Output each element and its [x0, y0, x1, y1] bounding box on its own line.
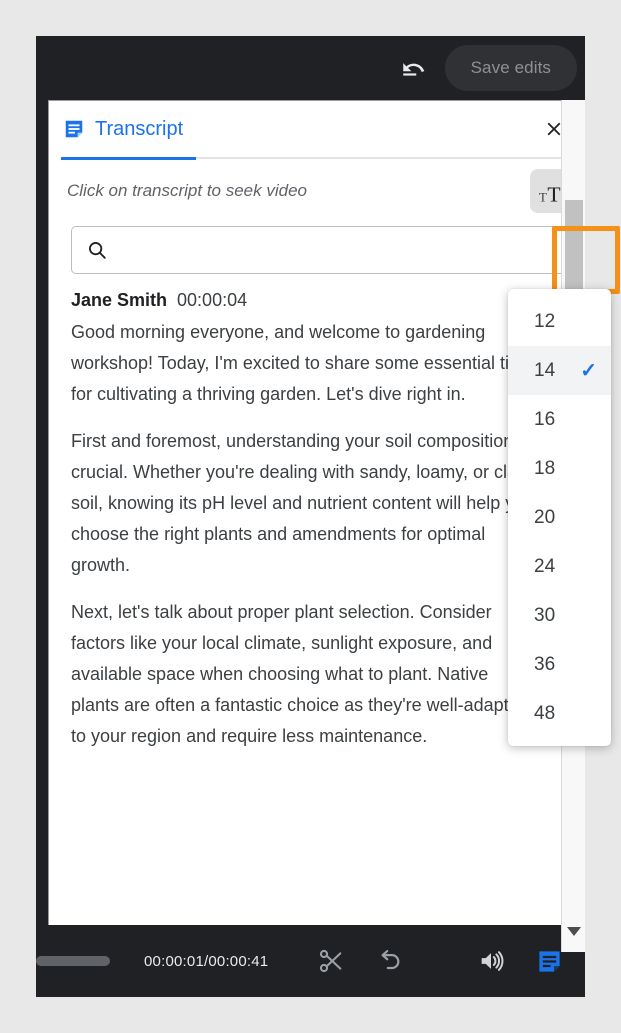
- scroll-down-button[interactable]: [562, 912, 586, 952]
- search-input[interactable]: [118, 240, 567, 260]
- undo-icon: [402, 63, 424, 76]
- save-edits-button[interactable]: Save edits: [444, 45, 577, 91]
- seek-hint-row: Click on transcript to seek video T T: [49, 160, 584, 222]
- undo-button[interactable]: [391, 46, 435, 90]
- font-size-option-label: 24: [534, 555, 556, 577]
- font-size-option-12[interactable]: 12: [508, 297, 611, 346]
- transcript-paragraph[interactable]: First and foremost, understanding your s…: [71, 426, 541, 581]
- font-size-option-48[interactable]: 48: [508, 689, 611, 738]
- save-edits-label: Save edits: [470, 58, 551, 77]
- video-editor-window: Save edits Transcript Click on transcrip…: [36, 36, 620, 997]
- search-icon: [89, 242, 106, 259]
- font-size-menu[interactable]: 12 14 ✓ 16 18 20 24 30 36 48: [508, 289, 611, 746]
- font-size-option-20[interactable]: 20: [508, 493, 611, 542]
- progress-section: 00:00:01/00:00:41: [36, 953, 268, 970]
- font-size-option-18[interactable]: 18: [508, 444, 611, 493]
- volume-icon: [482, 951, 504, 971]
- search-section: [49, 222, 584, 274]
- font-size-option-label: 20: [534, 506, 556, 528]
- font-size-option-label: 36: [534, 653, 556, 675]
- check-icon: ✓: [580, 360, 597, 382]
- edit-tools-group: [292, 925, 428, 997]
- tab-transcript[interactable]: Transcript: [63, 118, 183, 141]
- font-size-option-36[interactable]: 36: [508, 640, 611, 689]
- scissors-icon: [320, 949, 342, 973]
- font-size-option-16[interactable]: 16: [508, 395, 611, 444]
- font-size-option-24[interactable]: 24: [508, 542, 611, 591]
- player-toolbar: 00:00:01/00:00:41: [36, 925, 585, 997]
- cue-timestamp: 00:00:04: [177, 290, 248, 310]
- top-toolbar: Save edits: [36, 36, 585, 100]
- transcript-panel: Transcript Click on transcript to seek v…: [48, 100, 585, 952]
- svg-text:T: T: [539, 190, 547, 205]
- search-box[interactable]: [71, 226, 568, 274]
- font-size-option-label: 18: [534, 457, 556, 479]
- undo-edit-button[interactable]: [360, 925, 418, 997]
- transcript-icon: [539, 950, 560, 972]
- font-size-option-label: 14: [534, 359, 556, 381]
- font-size-option-label: 16: [534, 408, 556, 430]
- transcript-icon: [65, 120, 83, 138]
- transcript-paragraph[interactable]: Good morning everyone, and welcome to ga…: [71, 317, 541, 410]
- panel-header: Transcript: [49, 101, 584, 157]
- font-size-option-label: 12: [534, 310, 556, 332]
- transcript-list[interactable]: Jane Smith 00:00:04 Good morning everyon…: [49, 290, 584, 952]
- trim-button[interactable]: [302, 925, 360, 997]
- volume-button[interactable]: [462, 925, 520, 997]
- cue-header: Jane Smith 00:00:04: [71, 290, 564, 311]
- font-size-option-label: 48: [534, 702, 556, 724]
- seek-hint-text: Click on transcript to seek video: [67, 181, 307, 200]
- tab-transcript-label: Transcript: [95, 117, 184, 140]
- font-size-option-label: 30: [534, 604, 556, 626]
- transcript-paragraph[interactable]: Next, let's talk about proper plant sele…: [71, 597, 541, 752]
- time-display: 00:00:01/00:00:41: [144, 952, 269, 970]
- svg-text:T: T: [547, 183, 560, 207]
- cue-speaker: Jane Smith: [71, 290, 168, 310]
- video-progress-bar[interactable]: [36, 956, 110, 966]
- undo-icon: [381, 949, 400, 970]
- font-size-option-14[interactable]: 14 ✓: [508, 346, 611, 395]
- chevron-down-icon: [567, 927, 581, 936]
- font-size-option-30[interactable]: 30: [508, 591, 611, 640]
